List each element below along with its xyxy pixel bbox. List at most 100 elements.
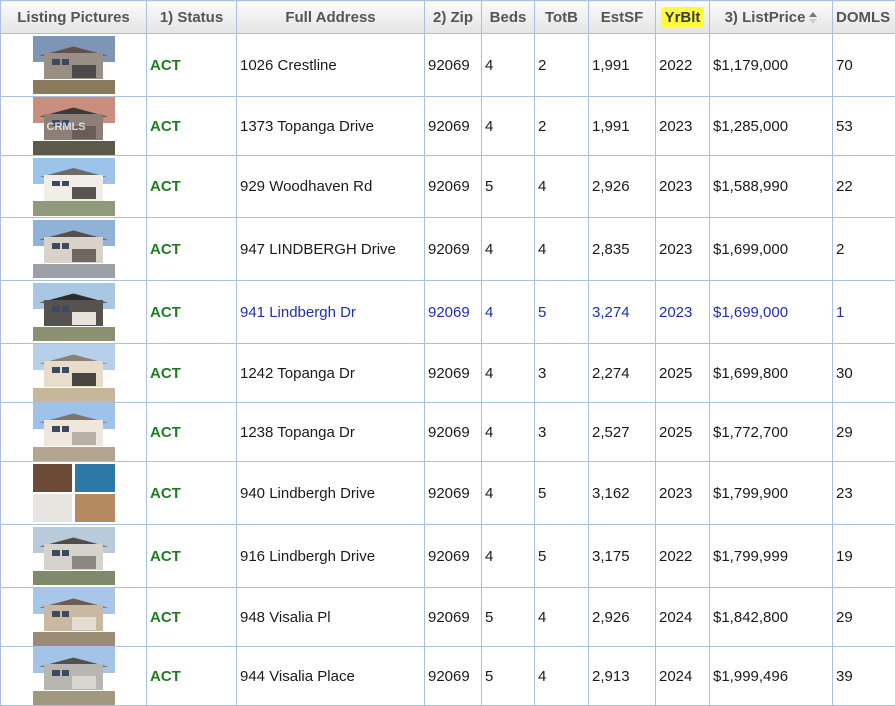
header-yrblt[interactable]: YrBlt — [656, 1, 710, 34]
zip-cell: 92069 — [425, 156, 482, 218]
yrblt-cell: 2023 — [656, 156, 710, 218]
hillside-house-photo[interactable] — [33, 527, 115, 585]
address-cell[interactable]: 941 Lindbergh Dr — [237, 281, 425, 344]
zip-cell: 92069 — [425, 525, 482, 588]
listing-picture-cell[interactable] — [1, 344, 147, 403]
status-cell: ACT — [147, 34, 237, 97]
listing-picture-cell[interactable] — [1, 218, 147, 281]
house-collage-photo[interactable] — [33, 220, 115, 278]
table-row[interactable]: ACT944 Visalia Place92069542,9132024$1,9… — [1, 647, 895, 706]
address-cell[interactable]: 940 Lindbergh Drive — [237, 462, 425, 525]
aerial-neighborhood-photo[interactable] — [33, 36, 115, 94]
listing-picture-cell[interactable]: CRMLS — [1, 97, 147, 156]
zip-cell: 92069 — [425, 403, 482, 462]
listprice-cell: $1,799,999 — [710, 525, 833, 588]
header-beds[interactable]: Beds — [482, 1, 535, 34]
listing-picture-cell[interactable] — [1, 588, 147, 647]
zip-cell: 92069 — [425, 34, 482, 97]
estsf-cell: 2,274 — [589, 344, 656, 403]
address-cell[interactable]: 1026 Crestline — [237, 34, 425, 97]
table-row[interactable]: ACT929 Woodhaven Rd92069542,9262023$1,58… — [1, 156, 895, 218]
header-doml[interactable]: DOMLS — [833, 1, 895, 34]
header-status[interactable]: 1) Status — [147, 1, 237, 34]
doml-cell: 22 — [833, 156, 895, 218]
interior-collage-photo[interactable] — [33, 464, 115, 522]
doml-cell: 39 — [833, 647, 895, 706]
doml-cell: 30 — [833, 344, 895, 403]
yrblt-cell: 2022 — [656, 525, 710, 588]
totb-cell: 3 — [535, 344, 589, 403]
header-zip[interactable]: 2) Zip — [425, 1, 482, 34]
dark-siding-house-photo[interactable] — [33, 283, 115, 341]
table-row[interactable]: ACT1238 Topanga Dr92069432,5272025$1,772… — [1, 403, 895, 462]
listing-picture-cell[interactable] — [1, 647, 147, 706]
listprice-cell: $1,179,000 — [710, 34, 833, 97]
totb-cell: 4 — [535, 588, 589, 647]
status-cell: ACT — [147, 218, 237, 281]
yrblt-cell: 2025 — [656, 344, 710, 403]
listings-table: Listing Pictures 1) Status Full Address … — [0, 0, 895, 706]
white-house-photo[interactable] — [33, 158, 115, 216]
sort-ascending-icon[interactable] — [809, 12, 817, 24]
header-totb[interactable]: TotB — [535, 1, 589, 34]
listing-picture-cell[interactable] — [1, 34, 147, 97]
address-cell[interactable]: 947 LINDBERGH Drive — [237, 218, 425, 281]
address-cell[interactable]: 1238 Topanga Dr — [237, 403, 425, 462]
beds-cell: 4 — [482, 97, 535, 156]
table-header-row: Listing Pictures 1) Status Full Address … — [1, 1, 895, 34]
gray-house-photo[interactable] — [33, 647, 115, 705]
table-row[interactable]: ACT947 LINDBERGH Drive92069442,8352023$1… — [1, 218, 895, 281]
beds-cell: 4 — [482, 344, 535, 403]
listing-picture-cell[interactable] — [1, 525, 147, 588]
status-cell: ACT — [147, 97, 237, 156]
listprice-cell: $1,799,900 — [710, 462, 833, 525]
dusk-house-photo[interactable]: CRMLS — [33, 97, 115, 155]
listing-picture-cell[interactable] — [1, 462, 147, 525]
table-row[interactable]: CRMLSACT1373 Topanga Drive92069421,99120… — [1, 97, 895, 156]
estsf-cell: 2,926 — [589, 588, 656, 647]
listprice-cell: $1,699,000 — [710, 281, 833, 344]
table-row[interactable]: ACT941 Lindbergh Dr92069453,2742023$1,69… — [1, 281, 895, 344]
listing-picture-cell[interactable] — [1, 156, 147, 218]
estsf-cell: 2,835 — [589, 218, 656, 281]
header-estsf[interactable]: EstSF — [589, 1, 656, 34]
yrblt-cell: 2023 — [656, 97, 710, 156]
doml-cell: 53 — [833, 97, 895, 156]
estsf-cell: 2,926 — [589, 156, 656, 218]
beige-house-photo[interactable] — [33, 344, 115, 402]
address-cell[interactable]: 916 Lindbergh Drive — [237, 525, 425, 588]
beds-cell: 4 — [482, 218, 535, 281]
header-listing-pictures[interactable]: Listing Pictures — [1, 1, 147, 34]
listprice-cell: $1,999,496 — [710, 647, 833, 706]
yrblt-cell: 2023 — [656, 218, 710, 281]
table-row[interactable]: ACT948 Visalia Pl92069542,9262024$1,842,… — [1, 588, 895, 647]
listprice-cell: $1,699,000 — [710, 218, 833, 281]
address-cell[interactable]: 1373 Topanga Drive — [237, 97, 425, 156]
listprice-cell: $1,699,800 — [710, 344, 833, 403]
table-row[interactable]: ACT916 Lindbergh Drive92069453,1752022$1… — [1, 525, 895, 588]
table-row[interactable]: ACT940 Lindbergh Drive92069453,1622023$1… — [1, 462, 895, 525]
address-cell[interactable]: 944 Visalia Place — [237, 647, 425, 706]
address-cell[interactable]: 1242 Topanga Dr — [237, 344, 425, 403]
status-cell: ACT — [147, 588, 237, 647]
table-row[interactable]: ACT1026 Crestline92069421,9912022$1,179,… — [1, 34, 895, 97]
status-cell: ACT — [147, 344, 237, 403]
listing-picture-cell[interactable] — [1, 403, 147, 462]
header-full-address[interactable]: Full Address — [237, 1, 425, 34]
estsf-cell: 2,913 — [589, 647, 656, 706]
totb-cell: 4 — [535, 156, 589, 218]
table-row[interactable]: ACT1242 Topanga Dr92069432,2742025$1,699… — [1, 344, 895, 403]
address-cell[interactable]: 948 Visalia Pl — [237, 588, 425, 647]
estsf-cell: 3,175 — [589, 525, 656, 588]
single-story-house-photo[interactable] — [33, 403, 115, 461]
estsf-cell: 3,162 — [589, 462, 656, 525]
listing-picture-cell[interactable] — [1, 281, 147, 344]
doml-cell: 29 — [833, 588, 895, 647]
two-story-house-photo[interactable] — [33, 588, 115, 646]
doml-cell: 23 — [833, 462, 895, 525]
estsf-cell: 2,527 — [589, 403, 656, 462]
listprice-cell: $1,285,000 — [710, 97, 833, 156]
address-cell[interactable]: 929 Woodhaven Rd — [237, 156, 425, 218]
totb-cell: 5 — [535, 525, 589, 588]
header-listprice[interactable]: 3) ListPrice — [710, 1, 833, 34]
